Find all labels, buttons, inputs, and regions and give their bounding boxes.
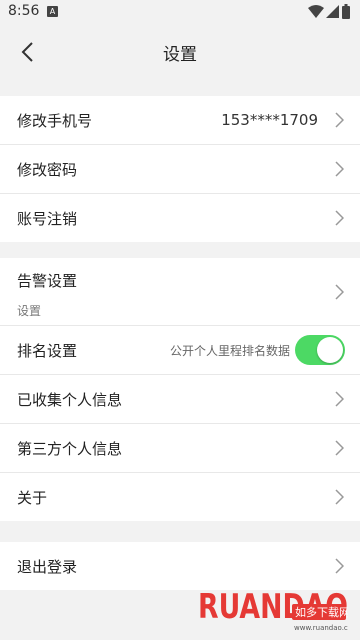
third-party-info-row[interactable]: 第三方个人信息: [0, 424, 360, 473]
change-phone-label: 修改手机号: [17, 111, 93, 130]
chevron-right-icon: [335, 440, 344, 456]
logout-label: 退出登录: [17, 557, 78, 576]
ranking-toggle[interactable]: [295, 335, 345, 365]
watermark-cn: 如多下载网: [295, 605, 348, 619]
collected-info-row[interactable]: 已收集个人信息: [0, 375, 360, 424]
alarm-settings-row[interactable]: 告警设置 设置: [0, 258, 360, 326]
ranking-toggle-label: 公开个人里程排名数据: [169, 343, 290, 358]
wifi-icon: [308, 5, 324, 18]
battery-icon: [342, 4, 350, 19]
change-password-label: 修改密码: [17, 160, 78, 179]
ranking-settings-label: 排名设置: [17, 341, 78, 360]
chevron-right-icon: [335, 489, 344, 505]
notification-icon: A: [47, 6, 58, 17]
chevron-right-icon: [335, 112, 344, 128]
status-time: 8:56: [8, 3, 40, 19]
chevron-right-icon: [335, 283, 344, 300]
chevron-right-icon: [335, 210, 344, 226]
chevron-right-icon: [335, 161, 344, 177]
ruandao-watermark-logo: RUANDAO 如多下载网 www.ruandao.com: [198, 587, 348, 632]
signal-icon: [326, 5, 339, 18]
status-bar: 8:56 A: [0, 0, 360, 24]
page-title: 设置: [163, 45, 197, 65]
delete-account-row[interactable]: 账号注销: [0, 194, 360, 242]
third-party-info-label: 第三方个人信息: [17, 439, 123, 458]
about-label: 关于: [17, 488, 48, 507]
alarm-settings-sub: 设置: [17, 304, 42, 318]
phone-value: 153****1709: [221, 111, 318, 129]
change-phone-row[interactable]: 修改手机号 153****1709: [0, 96, 360, 145]
collected-info-label: 已收集个人信息: [17, 390, 123, 409]
about-row[interactable]: 关于: [0, 473, 360, 521]
change-password-row[interactable]: 修改密码: [0, 145, 360, 194]
toggle-knob: [317, 337, 343, 363]
chevron-right-icon: [335, 558, 344, 574]
account-group: 修改手机号 153****1709 修改密码 账号注销: [0, 96, 360, 242]
chevron-right-icon: [335, 391, 344, 407]
watermark-url: www.ruandao.com: [294, 624, 348, 632]
alarm-settings-label: 告警设置: [17, 272, 78, 290]
ranking-settings-row: 排名设置 公开个人里程排名数据: [0, 326, 360, 375]
delete-account-label: 账号注销: [17, 209, 78, 228]
nav-bar: 设置: [0, 24, 360, 80]
settings-group: 告警设置 设置 排名设置 公开个人里程排名数据 已收集个人信息 第三方个人信息 …: [0, 258, 360, 521]
